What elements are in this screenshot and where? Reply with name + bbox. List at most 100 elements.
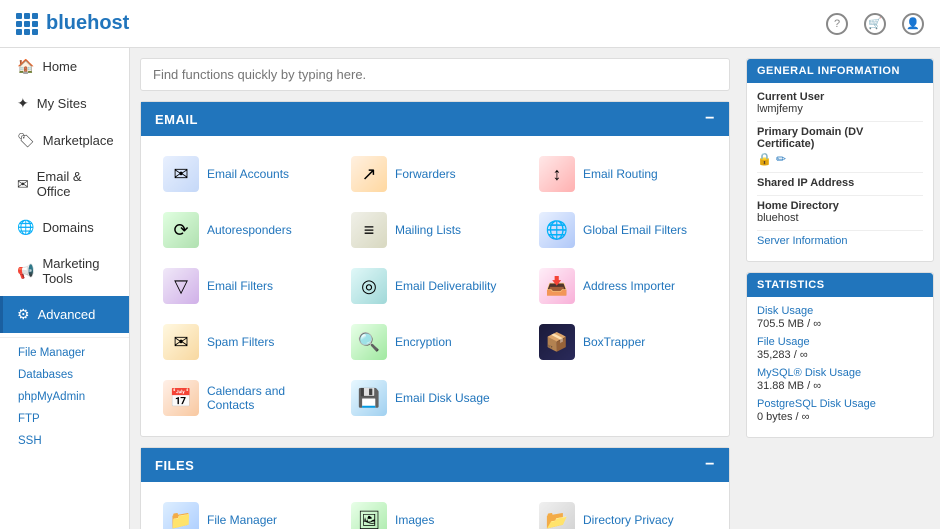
home-dir-row: Home Directory bluehost	[757, 200, 923, 224]
stat-row: Disk Usage 705.5 MB / ∞	[757, 305, 923, 330]
sidebar-sub-ftp[interactable]: FTP	[0, 408, 129, 430]
item-icon: 📁	[163, 502, 199, 529]
item-icon: 🔍	[351, 324, 387, 360]
email-grid-item[interactable]: 📅 Calendars and Contacts	[155, 374, 339, 422]
email-section-header: EMAIL −	[141, 102, 729, 136]
statistics-title: STATISTICS	[747, 273, 933, 297]
email-grid-item[interactable]: ✉ Email Accounts	[155, 150, 339, 198]
server-info-row: Server Information	[757, 235, 923, 247]
my-sites-icon: ✦	[17, 95, 29, 112]
email-grid-item[interactable]: ↗ Forwarders	[343, 150, 527, 198]
server-info-link[interactable]: Server Information	[757, 235, 923, 247]
cart-icon[interactable]: 🛒	[864, 13, 886, 35]
files-grid-item[interactable]: 📂 Directory Privacy	[531, 496, 715, 529]
sidebar-sub-file-manager[interactable]: File Manager	[0, 342, 129, 364]
files-section-title: FILES	[155, 458, 194, 473]
stat-label[interactable]: File Usage	[757, 336, 923, 348]
item-icon: ✉	[163, 156, 199, 192]
email-grid-item[interactable]: 💾 Email Disk Usage	[343, 374, 527, 422]
sidebar-item-email-office-label: Email & Office	[37, 169, 115, 199]
home-dir-label: Home Directory	[757, 200, 923, 212]
item-label: Calendars and Contacts	[207, 384, 331, 412]
item-label: Directory Privacy	[583, 513, 674, 527]
email-grid-item[interactable]: ◎ Email Deliverability	[343, 262, 527, 310]
home-icon: 🏠	[17, 58, 34, 75]
sidebar-sub-databases[interactable]: Databases	[0, 364, 129, 386]
item-label: File Manager	[207, 513, 277, 527]
email-grid-item[interactable]: ⟳ Autoresponders	[155, 206, 339, 254]
logo-text: bluehost	[46, 12, 129, 35]
content-area: EMAIL − ✉ Email Accounts ↗ Forwarders ↕ …	[130, 48, 740, 529]
help-icon[interactable]: ?	[826, 13, 848, 35]
top-header: bluehost ? 🛒 👤	[0, 0, 940, 48]
sidebar-item-home[interactable]: 🏠 Home	[0, 48, 129, 85]
item-label: Images	[395, 513, 434, 527]
stat-value: 35,283 / ∞	[757, 349, 923, 361]
sidebar-item-advanced[interactable]: ⚙ Advanced	[0, 296, 129, 333]
stat-label[interactable]: Disk Usage	[757, 305, 923, 317]
item-icon: ≡	[351, 212, 387, 248]
email-items-grid: ✉ Email Accounts ↗ Forwarders ↕ Email Ro…	[155, 150, 715, 422]
sidebar-item-domains[interactable]: 🌐 Domains	[0, 209, 129, 246]
files-collapse-button[interactable]: −	[705, 456, 715, 474]
sidebar-item-home-label: Home	[42, 59, 77, 74]
stat-value: 0 bytes / ∞	[757, 411, 923, 423]
search-input[interactable]	[140, 58, 730, 91]
general-info-box: GENERAL INFORMATION Current User lwmjfem…	[746, 58, 934, 262]
sidebar-sub-phpmyadmin[interactable]: phpMyAdmin	[0, 386, 129, 408]
marketplace-icon: 🏷	[17, 132, 35, 149]
primary-domain-label: Primary Domain (DV Certificate)	[757, 126, 923, 150]
stat-row: PostgreSQL Disk Usage 0 bytes / ∞	[757, 398, 923, 423]
email-grid-item[interactable]: ≡ Mailing Lists	[343, 206, 527, 254]
item-label: Email Deliverability	[395, 279, 496, 293]
item-icon: 📂	[539, 502, 575, 529]
item-label: Global Email Filters	[583, 223, 687, 237]
right-panel: GENERAL INFORMATION Current User lwmjfem…	[740, 48, 940, 529]
current-user-label: Current User	[757, 91, 923, 103]
sidebar-item-domains-label: Domains	[42, 220, 93, 235]
shared-ip-label: Shared IP Address	[757, 177, 923, 189]
item-icon: ↕	[539, 156, 575, 192]
current-user-row: Current User lwmjfemy	[757, 91, 923, 115]
general-info-title: GENERAL INFORMATION	[747, 59, 933, 83]
email-grid-item[interactable]: ✉ Spam Filters	[155, 318, 339, 366]
files-grid-item[interactable]: 🖼 Images	[343, 496, 527, 529]
email-grid-item[interactable]: ↕ Email Routing	[531, 150, 715, 198]
sidebar-item-my-sites-label: My Sites	[37, 96, 87, 111]
statistics-body: Disk Usage 705.5 MB / ∞ File Usage 35,28…	[747, 297, 933, 437]
files-grid-item[interactable]: 📁 File Manager	[155, 496, 339, 529]
item-icon: ⟳	[163, 212, 199, 248]
sidebar-item-email-office[interactable]: ✉ Email & Office	[0, 159, 129, 209]
email-grid-item[interactable]: 🌐 Global Email Filters	[531, 206, 715, 254]
item-icon: 🖼	[351, 502, 387, 529]
sidebar-item-marketing[interactable]: 📢 Marketing Tools	[0, 246, 129, 296]
email-collapse-button[interactable]: −	[705, 110, 715, 128]
item-label: Spam Filters	[207, 335, 274, 349]
marketing-icon: 📢	[17, 263, 34, 280]
sidebar-sub-ssh[interactable]: SSH	[0, 430, 129, 452]
sidebar-item-marketplace[interactable]: 🏷 Marketplace	[0, 122, 129, 159]
item-label: Email Routing	[583, 167, 658, 181]
sidebar-item-marketing-label: Marketing Tools	[42, 256, 115, 286]
item-icon: 📥	[539, 268, 575, 304]
item-icon: 🌐	[539, 212, 575, 248]
item-label: BoxTrapper	[583, 335, 645, 349]
email-grid-item[interactable]: 📦 BoxTrapper	[531, 318, 715, 366]
header-icons: ? 🛒 👤	[826, 13, 924, 35]
email-grid-item[interactable]: 📥 Address Importer	[531, 262, 715, 310]
email-grid-item[interactable]: 🔍 Encryption	[343, 318, 527, 366]
email-grid-item[interactable]: ▽ Email Filters	[155, 262, 339, 310]
stat-label[interactable]: MySQL® Disk Usage	[757, 367, 923, 379]
logo-area: bluehost	[16, 12, 129, 35]
sidebar-item-my-sites[interactable]: ✦ My Sites	[0, 85, 129, 122]
stat-label[interactable]: PostgreSQL Disk Usage	[757, 398, 923, 410]
stat-row: MySQL® Disk Usage 31.88 MB / ∞	[757, 367, 923, 392]
edit-icon[interactable]: ✏	[776, 152, 786, 166]
item-label: Forwarders	[395, 167, 456, 181]
item-icon: ↗	[351, 156, 387, 192]
item-icon: ◎	[351, 268, 387, 304]
files-items-grid: 📁 File Manager 🖼 Images 📂 Directory Priv…	[155, 496, 715, 529]
item-label: Email Accounts	[207, 167, 289, 181]
item-icon: 📅	[163, 380, 199, 416]
user-icon[interactable]: 👤	[902, 13, 924, 35]
